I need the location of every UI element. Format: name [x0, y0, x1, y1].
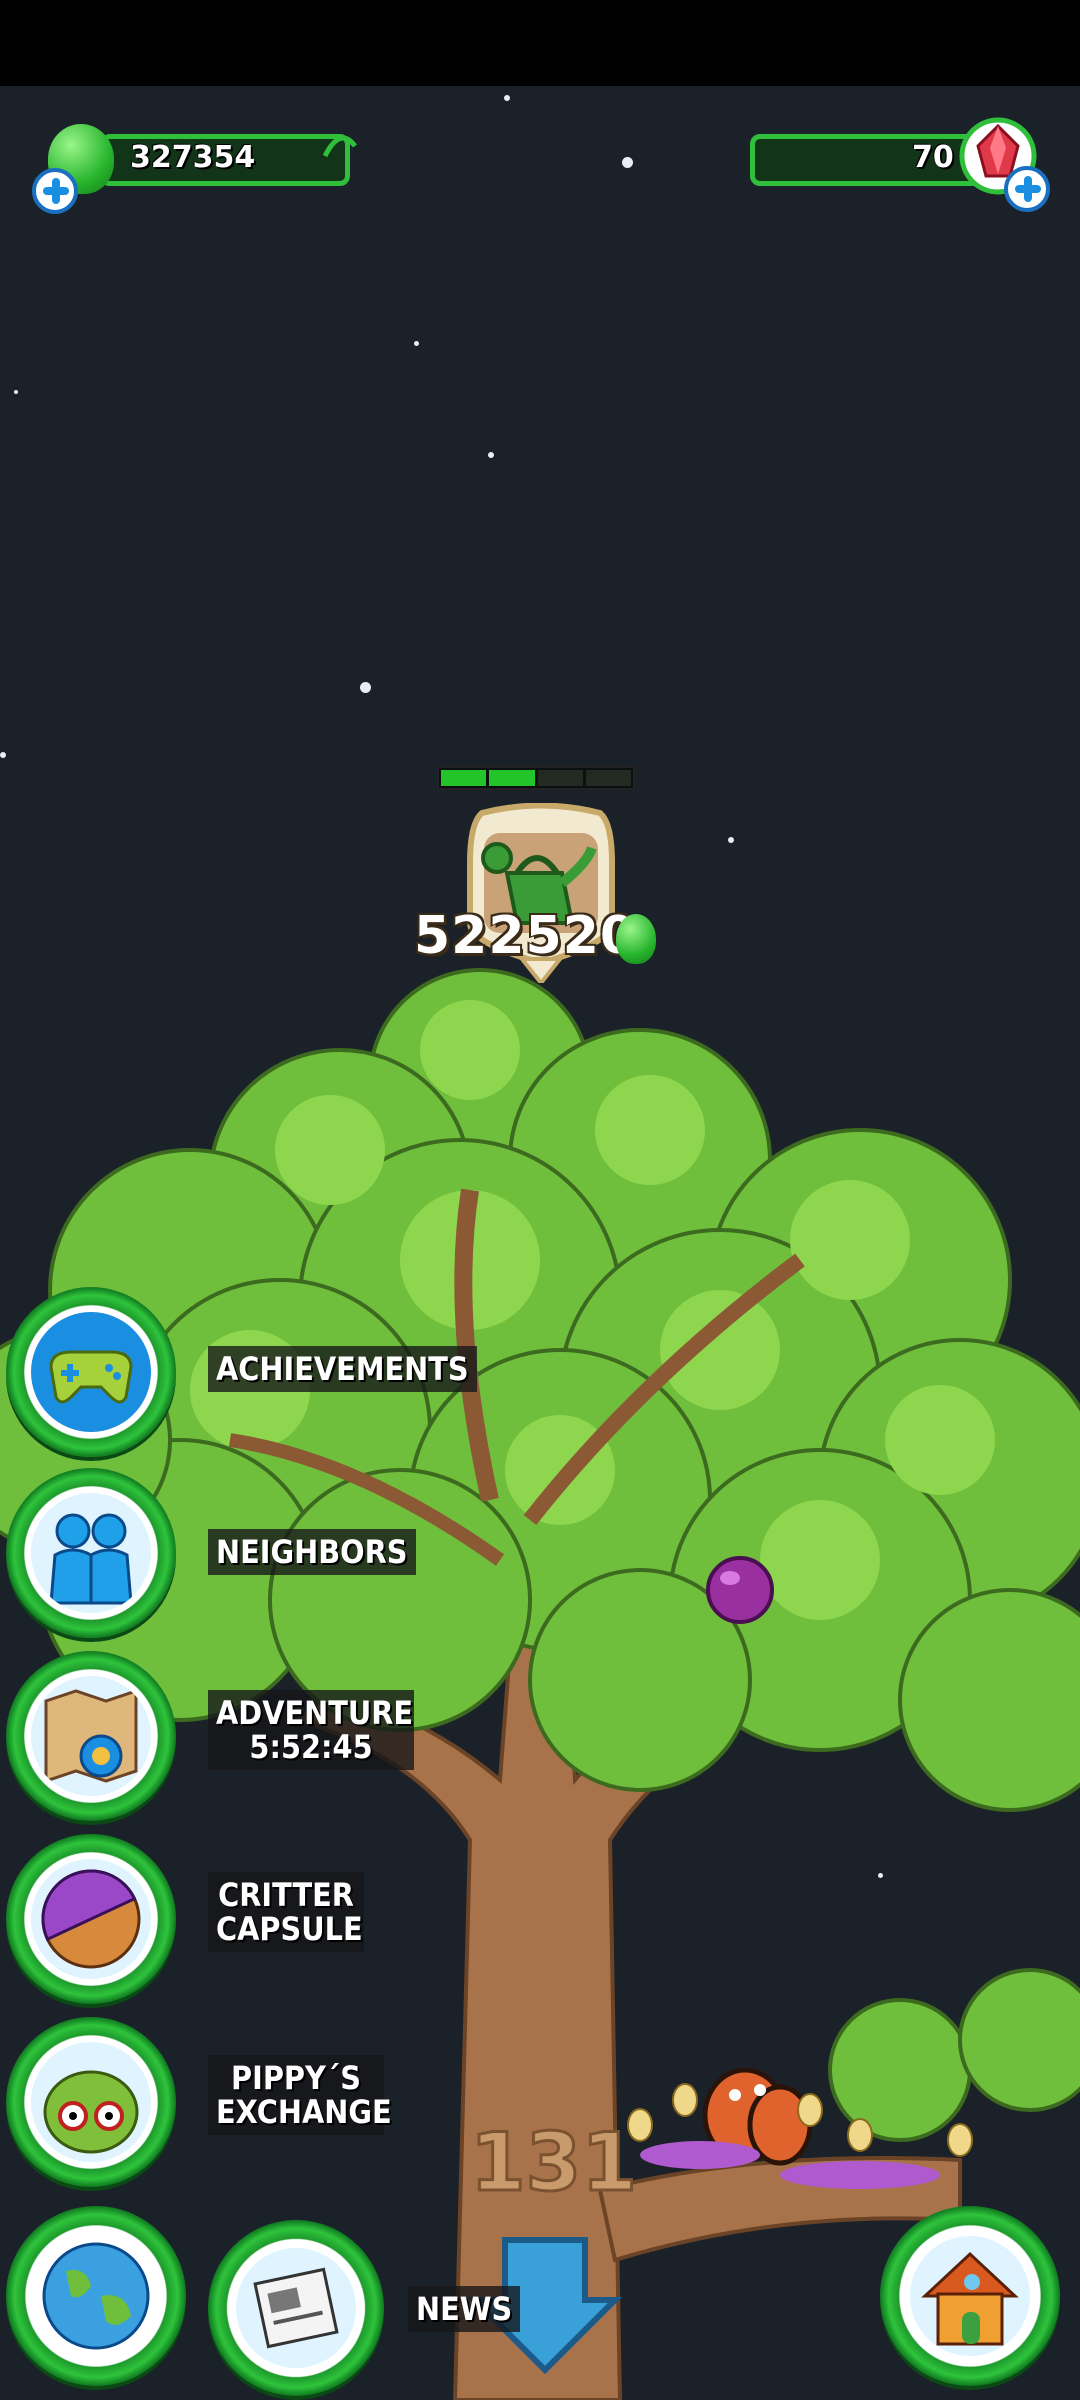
- house-icon: [910, 2236, 1030, 2356]
- green-gem-icon: [616, 914, 656, 964]
- globe-icon: [42, 2242, 150, 2350]
- plus-icon[interactable]: [32, 168, 78, 214]
- pippys-exchange-button[interactable]: [6, 2017, 176, 2187]
- neighbors-button[interactable]: [6, 1468, 176, 1638]
- tree-score: 522520: [414, 906, 638, 966]
- tree-illustration: 131: [0, 968, 1080, 2400]
- achievements-label[interactable]: ACHIEVEMENTS: [208, 1346, 477, 1392]
- red-gem-counter[interactable]: 70: [730, 117, 1060, 212]
- green-gem-counter[interactable]: 327354: [30, 124, 357, 214]
- critter-capsule-button[interactable]: [6, 1834, 176, 2004]
- star: [728, 837, 734, 843]
- pippy-text-2: EXCHANGE: [216, 2093, 392, 2131]
- red-gem-value: 70: [912, 140, 954, 175]
- star: [0, 752, 6, 758]
- neighbors-label[interactable]: NEIGHBORS: [208, 1529, 416, 1575]
- newspaper-icon: [236, 2248, 356, 2368]
- star: [622, 157, 633, 168]
- home-button[interactable]: [880, 2206, 1060, 2386]
- gamepad-icon: [31, 1312, 151, 1432]
- adventure-timer: 5:52:45: [249, 1728, 373, 1766]
- green-gem-value: 327354: [130, 140, 256, 175]
- progress-segment: [585, 770, 631, 786]
- achievements-text: ACHIEVEMENTS: [216, 1350, 469, 1388]
- neighbors-icon: [31, 1493, 151, 1613]
- critter-text-1: CRITTER: [218, 1876, 354, 1914]
- news-button[interactable]: [208, 2220, 384, 2396]
- progress-segment: [441, 770, 487, 786]
- adventure-label[interactable]: ADVENTURE 5:52:45: [208, 1690, 414, 1770]
- capsule-icon: [31, 1859, 151, 1979]
- achievements-button[interactable]: [6, 1287, 176, 1457]
- star: [488, 452, 494, 458]
- world-map-button[interactable]: [6, 2206, 186, 2386]
- news-text: NEWS: [416, 2290, 513, 2328]
- progress-segment: [489, 770, 535, 786]
- map-compass-icon: [31, 1676, 151, 1796]
- plus-icon[interactable]: [1004, 166, 1050, 212]
- pippy-text-1: PIPPY´S: [231, 2059, 361, 2097]
- status-bar: [0, 0, 1080, 86]
- critter-text-2: CAPSULE: [216, 1910, 363, 1948]
- level-carving: 131: [470, 2116, 637, 2209]
- progress-segment: [537, 770, 583, 786]
- star: [504, 95, 510, 101]
- news-label[interactable]: NEWS: [408, 2286, 521, 2332]
- adventure-button[interactable]: [6, 1651, 176, 1821]
- red-gem-bar: [750, 134, 990, 186]
- star: [14, 390, 18, 394]
- water-progress-bar: [437, 766, 635, 790]
- neighbors-text: NEIGHBORS: [216, 1533, 408, 1571]
- star: [414, 341, 419, 346]
- pippys-exchange-label[interactable]: PIPPY´S EXCHANGE: [208, 2055, 392, 2135]
- pippy-icon: [31, 2042, 151, 2162]
- adventure-text: ADVENTURE: [216, 1694, 414, 1732]
- star: [360, 682, 371, 693]
- critter-capsule-label[interactable]: CRITTER CAPSULE: [208, 1872, 364, 1952]
- vine-icon: [322, 135, 357, 158]
